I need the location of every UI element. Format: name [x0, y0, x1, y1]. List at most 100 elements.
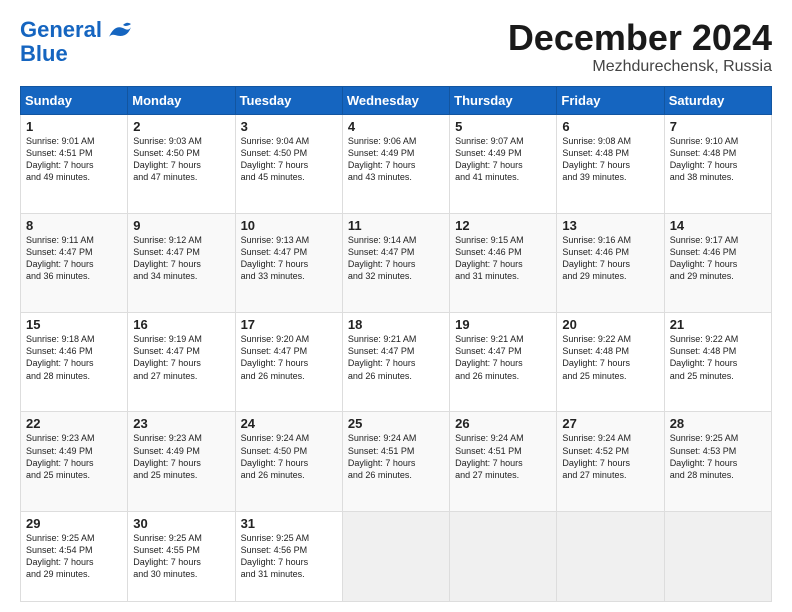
day-info: Sunrise: 9:03 AMSunset: 4:50 PMDaylight:…: [133, 135, 229, 184]
calendar-cell: 20Sunrise: 9:22 AMSunset: 4:48 PMDayligh…: [557, 313, 664, 412]
day-number: 3: [241, 119, 337, 134]
col-header-thursday: Thursday: [450, 86, 557, 114]
day-info: Sunrise: 9:10 AMSunset: 4:48 PMDaylight:…: [670, 135, 766, 184]
day-info: Sunrise: 9:25 AMSunset: 4:55 PMDaylight:…: [133, 532, 229, 581]
day-info: Sunrise: 9:21 AMSunset: 4:47 PMDaylight:…: [348, 333, 444, 382]
day-info: Sunrise: 9:01 AMSunset: 4:51 PMDaylight:…: [26, 135, 122, 184]
day-number: 17: [241, 317, 337, 332]
calendar-cell: 26Sunrise: 9:24 AMSunset: 4:51 PMDayligh…: [450, 412, 557, 511]
day-info: Sunrise: 9:07 AMSunset: 4:49 PMDaylight:…: [455, 135, 551, 184]
day-number: 22: [26, 416, 122, 431]
logo-text: General Blue: [20, 18, 133, 66]
day-number: 12: [455, 218, 551, 233]
calendar-cell: 24Sunrise: 9:24 AMSunset: 4:50 PMDayligh…: [235, 412, 342, 511]
calendar-cell: [342, 511, 449, 601]
calendar-week-row: 1Sunrise: 9:01 AMSunset: 4:51 PMDaylight…: [21, 114, 772, 213]
calendar-cell: 25Sunrise: 9:24 AMSunset: 4:51 PMDayligh…: [342, 412, 449, 511]
col-header-wednesday: Wednesday: [342, 86, 449, 114]
calendar-week-row: 15Sunrise: 9:18 AMSunset: 4:46 PMDayligh…: [21, 313, 772, 412]
calendar-cell: 18Sunrise: 9:21 AMSunset: 4:47 PMDayligh…: [342, 313, 449, 412]
col-header-sunday: Sunday: [21, 86, 128, 114]
day-info: Sunrise: 9:12 AMSunset: 4:47 PMDaylight:…: [133, 234, 229, 283]
day-info: Sunrise: 9:22 AMSunset: 4:48 PMDaylight:…: [562, 333, 658, 382]
calendar-cell: 4Sunrise: 9:06 AMSunset: 4:49 PMDaylight…: [342, 114, 449, 213]
day-number: 30: [133, 516, 229, 531]
day-info: Sunrise: 9:24 AMSunset: 4:52 PMDaylight:…: [562, 432, 658, 481]
calendar-cell: 29Sunrise: 9:25 AMSunset: 4:54 PMDayligh…: [21, 511, 128, 601]
day-info: Sunrise: 9:04 AMSunset: 4:50 PMDaylight:…: [241, 135, 337, 184]
day-info: Sunrise: 9:22 AMSunset: 4:48 PMDaylight:…: [670, 333, 766, 382]
calendar-cell: 30Sunrise: 9:25 AMSunset: 4:55 PMDayligh…: [128, 511, 235, 601]
day-info: Sunrise: 9:13 AMSunset: 4:47 PMDaylight:…: [241, 234, 337, 283]
calendar-cell: 28Sunrise: 9:25 AMSunset: 4:53 PMDayligh…: [664, 412, 771, 511]
calendar-table: SundayMondayTuesdayWednesdayThursdayFrid…: [20, 86, 772, 602]
col-header-monday: Monday: [128, 86, 235, 114]
day-info: Sunrise: 9:15 AMSunset: 4:46 PMDaylight:…: [455, 234, 551, 283]
calendar-cell: 1Sunrise: 9:01 AMSunset: 4:51 PMDaylight…: [21, 114, 128, 213]
day-number: 26: [455, 416, 551, 431]
calendar-header-row: SundayMondayTuesdayWednesdayThursdayFrid…: [21, 86, 772, 114]
day-number: 25: [348, 416, 444, 431]
day-info: Sunrise: 9:17 AMSunset: 4:46 PMDaylight:…: [670, 234, 766, 283]
day-info: Sunrise: 9:18 AMSunset: 4:46 PMDaylight:…: [26, 333, 122, 382]
day-number: 9: [133, 218, 229, 233]
calendar-cell: 5Sunrise: 9:07 AMSunset: 4:49 PMDaylight…: [450, 114, 557, 213]
calendar-cell: 10Sunrise: 9:13 AMSunset: 4:47 PMDayligh…: [235, 213, 342, 312]
col-header-saturday: Saturday: [664, 86, 771, 114]
day-info: Sunrise: 9:08 AMSunset: 4:48 PMDaylight:…: [562, 135, 658, 184]
day-number: 20: [562, 317, 658, 332]
day-number: 10: [241, 218, 337, 233]
day-info: Sunrise: 9:24 AMSunset: 4:50 PMDaylight:…: [241, 432, 337, 481]
day-number: 19: [455, 317, 551, 332]
location-subtitle: Mezhdurechensk, Russia: [508, 58, 772, 76]
calendar-cell: 14Sunrise: 9:17 AMSunset: 4:46 PMDayligh…: [664, 213, 771, 312]
calendar-cell: 8Sunrise: 9:11 AMSunset: 4:47 PMDaylight…: [21, 213, 128, 312]
page: General Blue December 2024 Mezhdurechens…: [0, 0, 792, 612]
day-info: Sunrise: 9:24 AMSunset: 4:51 PMDaylight:…: [348, 432, 444, 481]
day-number: 29: [26, 516, 122, 531]
day-info: Sunrise: 9:20 AMSunset: 4:47 PMDaylight:…: [241, 333, 337, 382]
calendar-cell: [557, 511, 664, 601]
day-number: 18: [348, 317, 444, 332]
calendar-cell: 7Sunrise: 9:10 AMSunset: 4:48 PMDaylight…: [664, 114, 771, 213]
calendar-cell: 2Sunrise: 9:03 AMSunset: 4:50 PMDaylight…: [128, 114, 235, 213]
calendar-cell: 3Sunrise: 9:04 AMSunset: 4:50 PMDaylight…: [235, 114, 342, 213]
day-number: 13: [562, 218, 658, 233]
month-title: December 2024: [508, 18, 772, 58]
calendar-cell: 13Sunrise: 9:16 AMSunset: 4:46 PMDayligh…: [557, 213, 664, 312]
col-header-tuesday: Tuesday: [235, 86, 342, 114]
day-number: 27: [562, 416, 658, 431]
day-number: 24: [241, 416, 337, 431]
day-number: 2: [133, 119, 229, 134]
day-number: 6: [562, 119, 658, 134]
day-number: 15: [26, 317, 122, 332]
day-info: Sunrise: 9:25 AMSunset: 4:54 PMDaylight:…: [26, 532, 122, 581]
day-number: 1: [26, 119, 122, 134]
calendar-cell: 6Sunrise: 9:08 AMSunset: 4:48 PMDaylight…: [557, 114, 664, 213]
calendar-cell: 17Sunrise: 9:20 AMSunset: 4:47 PMDayligh…: [235, 313, 342, 412]
day-number: 4: [348, 119, 444, 134]
calendar-cell: 22Sunrise: 9:23 AMSunset: 4:49 PMDayligh…: [21, 412, 128, 511]
calendar-week-row: 29Sunrise: 9:25 AMSunset: 4:54 PMDayligh…: [21, 511, 772, 601]
day-number: 5: [455, 119, 551, 134]
calendar-cell: 23Sunrise: 9:23 AMSunset: 4:49 PMDayligh…: [128, 412, 235, 511]
calendar-cell: 19Sunrise: 9:21 AMSunset: 4:47 PMDayligh…: [450, 313, 557, 412]
day-number: 11: [348, 218, 444, 233]
day-info: Sunrise: 9:11 AMSunset: 4:47 PMDaylight:…: [26, 234, 122, 283]
day-number: 8: [26, 218, 122, 233]
calendar-cell: 15Sunrise: 9:18 AMSunset: 4:46 PMDayligh…: [21, 313, 128, 412]
day-number: 7: [670, 119, 766, 134]
calendar-cell: 12Sunrise: 9:15 AMSunset: 4:46 PMDayligh…: [450, 213, 557, 312]
day-info: Sunrise: 9:23 AMSunset: 4:49 PMDaylight:…: [133, 432, 229, 481]
day-info: Sunrise: 9:19 AMSunset: 4:47 PMDaylight:…: [133, 333, 229, 382]
day-info: Sunrise: 9:24 AMSunset: 4:51 PMDaylight:…: [455, 432, 551, 481]
col-header-friday: Friday: [557, 86, 664, 114]
day-number: 23: [133, 416, 229, 431]
day-info: Sunrise: 9:25 AMSunset: 4:56 PMDaylight:…: [241, 532, 337, 581]
title-section: December 2024 Mezhdurechensk, Russia: [508, 18, 772, 76]
logo-blue: Blue: [20, 41, 68, 66]
day-info: Sunrise: 9:25 AMSunset: 4:53 PMDaylight:…: [670, 432, 766, 481]
calendar-cell: 9Sunrise: 9:12 AMSunset: 4:47 PMDaylight…: [128, 213, 235, 312]
logo: General Blue: [20, 18, 133, 66]
day-info: Sunrise: 9:21 AMSunset: 4:47 PMDaylight:…: [455, 333, 551, 382]
